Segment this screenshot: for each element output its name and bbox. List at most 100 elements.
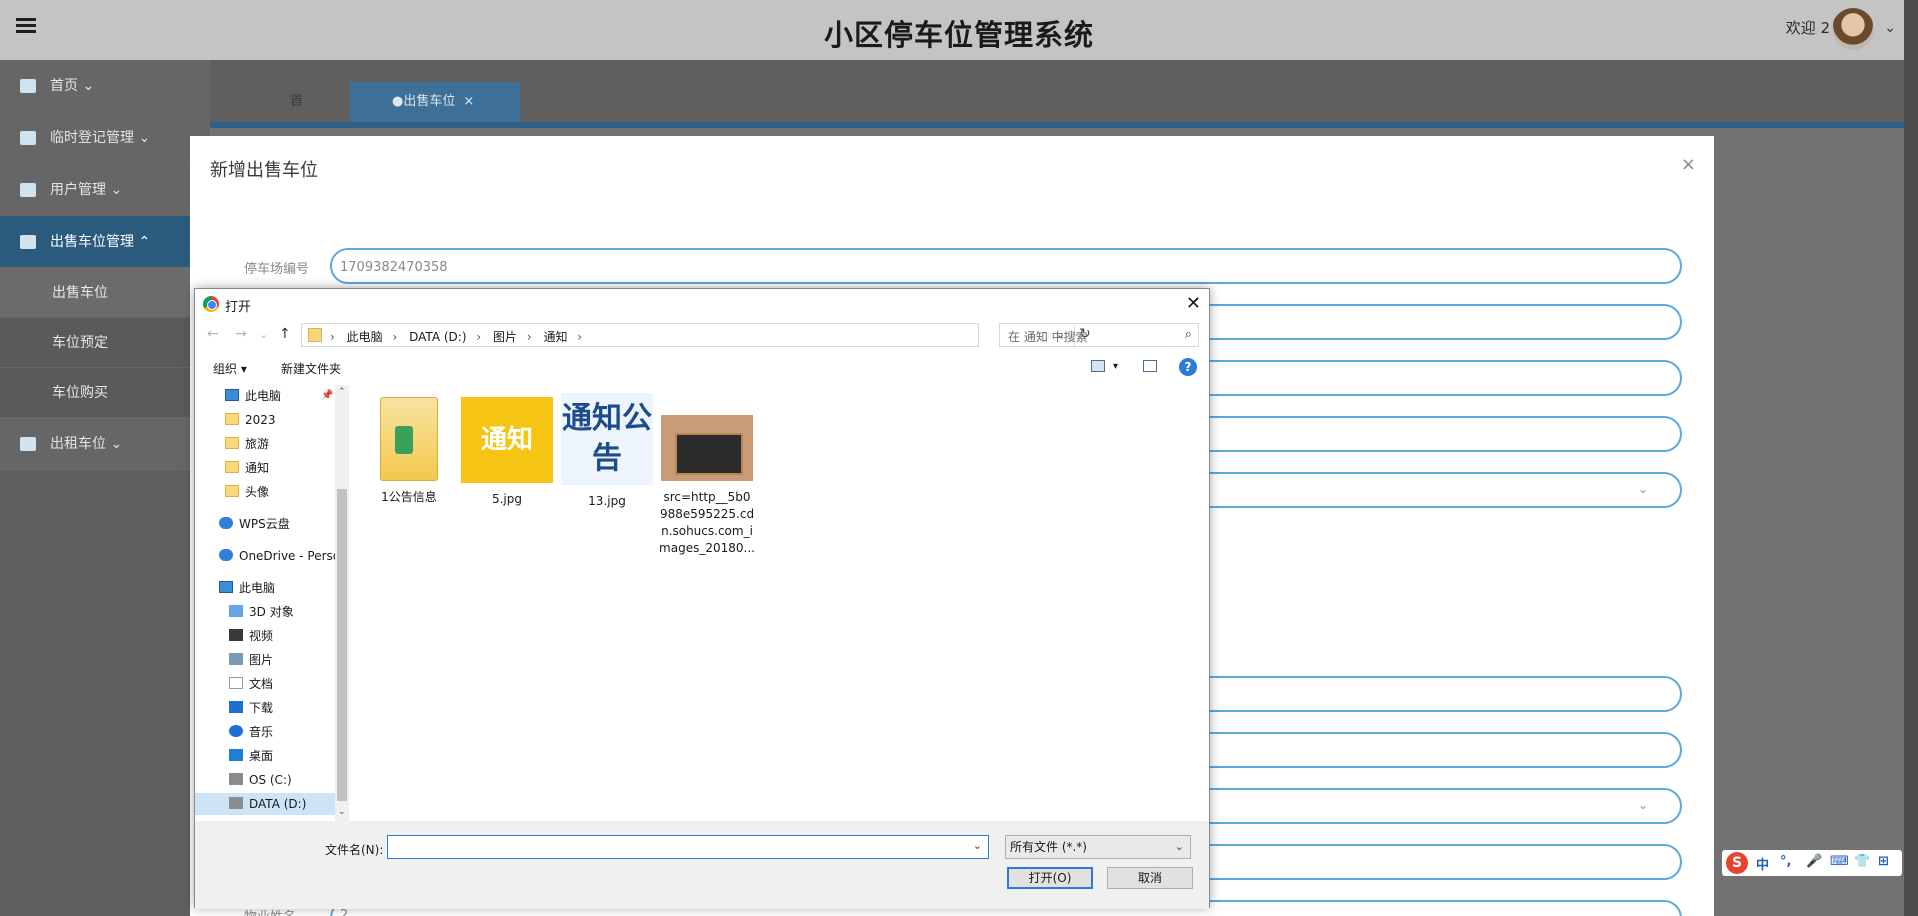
card-icon xyxy=(20,131,36,145)
skin-icon[interactable]: 👕 xyxy=(1854,854,1870,869)
nav-item-label: 2023 xyxy=(245,413,276,427)
nav-item-travel[interactable]: 旅游 xyxy=(225,433,269,455)
home-icon xyxy=(20,79,36,93)
sidebar-item-home[interactable]: 首页 ⌄ xyxy=(0,60,210,112)
ime-toolbar: S 中 °, 🎤 ⌨ 👕 ⊞ xyxy=(1722,850,1902,876)
tab-home[interactable]: 首页 xyxy=(290,82,303,149)
nav-item-desktop[interactable]: 桌面 xyxy=(229,745,273,767)
nav-item-this-pc[interactable]: 此电脑 xyxy=(219,577,275,599)
nav-item-music[interactable]: 音乐 xyxy=(229,721,273,743)
chevron-down-icon[interactable]: ⌄ xyxy=(1884,20,1896,36)
nav-item-label: 视频 xyxy=(249,629,274,643)
cancel-button[interactable]: 取消 xyxy=(1107,867,1193,889)
sidebar-item-users[interactable]: 用户管理 ⌄ xyxy=(0,164,210,216)
breadcrumb-item[interactable]: DATA (D:) xyxy=(409,330,466,344)
music-icon xyxy=(229,725,243,737)
lot-number-value: 1709382470358 xyxy=(340,260,448,275)
recent-dropdown-icon[interactable]: ⌄ xyxy=(259,328,268,341)
page-scrollbar[interactable] xyxy=(1904,0,1918,916)
cloud-icon xyxy=(219,517,233,529)
close-icon[interactable]: × xyxy=(463,94,474,109)
up-arrow-icon[interactable]: ↑ xyxy=(279,326,291,342)
toolbox-icon[interactable]: ⊞ xyxy=(1878,854,1889,869)
nav-item-3d-objects[interactable]: 3D 对象 xyxy=(229,601,294,623)
breadcrumb-separator: › xyxy=(330,330,335,344)
nav-item-this-pc[interactable]: 此电脑 xyxy=(225,385,281,407)
view-mode-icon[interactable] xyxy=(1091,360,1105,372)
address-bar[interactable]: › 此电脑 › DATA (D:) › 图片 › 通知 › ⌄ ↻ xyxy=(301,323,1091,347)
nav-item-videos[interactable]: 视频 xyxy=(229,625,273,647)
file-name-line: n.sohucs.com_i xyxy=(661,524,753,538)
navigation-pane: 此电脑 📌 2023 旅游 通知 头像 WPS云盘 OneDrive - Per… xyxy=(195,385,349,821)
cube-icon xyxy=(229,605,243,617)
keyboard-icon[interactable]: ⌨ xyxy=(1830,854,1849,869)
file-type-select[interactable]: 所有文件 (*.*) ⌄ xyxy=(1005,835,1191,859)
nav-item-data-d[interactable]: DATA (D:) xyxy=(195,793,335,815)
sidebar-subitem-sale[interactable]: 出售车位 xyxy=(0,268,210,318)
breadcrumb-separator: › xyxy=(392,330,398,344)
nav-item-wps-cloud[interactable]: WPS云盘 xyxy=(219,513,290,535)
pin-icon[interactable]: 📌 xyxy=(321,390,333,401)
open-button[interactable]: 打开(O) xyxy=(1007,867,1093,889)
nav-item-documents[interactable]: 文档 xyxy=(229,673,273,695)
sidebar-item-rent[interactable]: 出租车位 ⌄ xyxy=(0,418,210,470)
nav-item-label: DATA (D:) xyxy=(249,797,307,811)
organize-button[interactable]: 组织 ▾ xyxy=(213,360,247,377)
file-item-image[interactable]: 通知公告 13.jpg xyxy=(557,393,657,510)
nav-item-2023[interactable]: 2023 xyxy=(225,409,276,431)
image-thumbnail: 通知公告 xyxy=(561,393,653,485)
top-bar: 小区停车位管理系统 欢迎 2 ⌄ xyxy=(0,0,1918,60)
sidebar-subitem-purchase[interactable]: 车位购买 xyxy=(0,368,210,418)
preview-pane-icon[interactable] xyxy=(1143,360,1157,372)
breadcrumb-item[interactable]: 图片 xyxy=(493,330,517,344)
file-item-folder[interactable]: 1公告信息 xyxy=(359,397,459,506)
nav-item-pictures[interactable]: 图片 xyxy=(229,649,273,671)
avatar[interactable] xyxy=(1832,8,1874,50)
welcome-text: 欢迎 2 xyxy=(1785,19,1830,37)
filename-input[interactable]: ⌄ xyxy=(387,835,989,859)
sidebar-item-label: 出租车位 ⌄ xyxy=(50,436,123,452)
sogou-logo-icon[interactable]: S xyxy=(1726,852,1748,874)
scroll-up-icon[interactable]: ⌃ xyxy=(338,387,346,397)
video-icon xyxy=(229,629,243,641)
new-folder-button[interactable]: 新建文件夹 xyxy=(281,360,341,377)
tab-sale-parking[interactable]: ●出售车位 × xyxy=(350,82,520,122)
nav-scrollbar-thumb[interactable] xyxy=(337,489,347,801)
file-name-line: mages_20180... xyxy=(659,541,755,555)
ime-punctuation[interactable]: °, xyxy=(1780,854,1791,869)
nav-item-downloads[interactable]: 下载 xyxy=(229,697,273,719)
nav-item-label: WPS云盘 xyxy=(239,517,290,531)
search-input[interactable]: 在 通知 中搜索 ⌕ xyxy=(999,323,1199,347)
sidebar-subitem-reserve[interactable]: 车位预定 xyxy=(0,318,210,368)
nav-item-notice[interactable]: 通知 xyxy=(225,457,269,479)
help-icon[interactable]: ? xyxy=(1179,358,1197,376)
breadcrumb-item[interactable]: 通知 xyxy=(543,330,567,344)
nav-item-os-c[interactable]: OS (C:) xyxy=(229,769,292,791)
file-type-value: 所有文件 (*.*) xyxy=(1010,840,1087,854)
sidebar-item-temp-register[interactable]: 临时登记管理 ⌄ xyxy=(0,112,210,164)
folder-icon xyxy=(225,413,239,425)
nav-item-label: 通知 xyxy=(245,461,270,475)
chevron-down-icon: ⌄ xyxy=(1638,798,1649,812)
desktop-icon xyxy=(229,749,243,761)
close-icon[interactable]: ✕ xyxy=(1186,293,1201,314)
chevron-down-icon[interactable]: ▾ xyxy=(1113,361,1118,372)
back-arrow-icon[interactable]: ← xyxy=(207,326,219,342)
sidebar: 首页 ⌄ 临时登记管理 ⌄ 用户管理 ⌄ 出售车位管理 ⌃ 出售车位 车位预定 … xyxy=(0,60,210,916)
file-item-image[interactable]: src=http__5b0 988e595225.cd n.sohucs.com… xyxy=(657,391,757,557)
nav-item-avatar[interactable]: 头像 xyxy=(225,481,269,503)
nav-item-onedrive[interactable]: OneDrive - Perso xyxy=(219,545,335,567)
lot-number-field[interactable] xyxy=(330,248,1682,284)
sidebar-item-sale-management[interactable]: 出售车位管理 ⌃ xyxy=(0,216,210,268)
image-thumbnail: 通知 xyxy=(461,397,553,483)
file-item-image[interactable]: 通知 5.jpg xyxy=(457,397,557,508)
filename-label: 文件名(N): xyxy=(325,843,384,857)
chevron-down-icon[interactable]: ⌄ xyxy=(973,839,982,852)
folder-icon xyxy=(225,461,239,473)
breadcrumb-item[interactable]: 此电脑 xyxy=(347,330,383,344)
ime-chinese-mode[interactable]: 中 xyxy=(1756,854,1769,873)
scroll-down-icon[interactable]: ⌄ xyxy=(338,807,346,817)
forward-arrow-icon[interactable]: → xyxy=(235,326,247,342)
microphone-icon[interactable]: 🎤 xyxy=(1806,854,1822,869)
close-icon[interactable]: × xyxy=(1681,154,1696,175)
